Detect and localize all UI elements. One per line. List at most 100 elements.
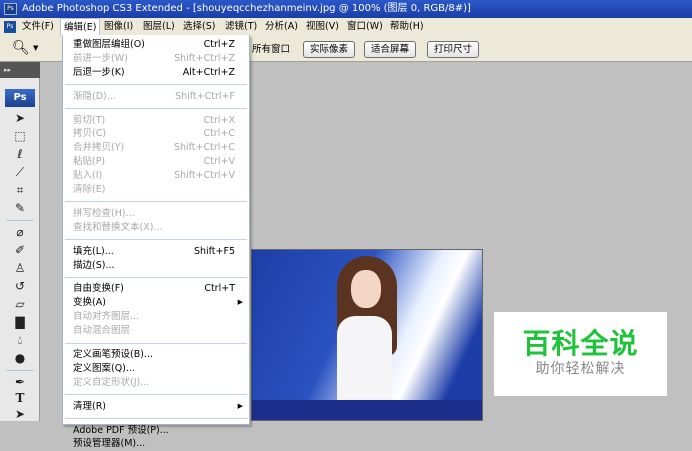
menu-item[interactable]: 定义画笔预设(B)... bbox=[63, 348, 249, 362]
menu-item: 拷贝(C) Ctrl+C bbox=[63, 127, 249, 141]
menu-item-label: 自动混合图层 bbox=[73, 325, 131, 337]
dodge-tool-icon[interactable]: ● bbox=[8, 350, 32, 366]
menu-item-shortcut: Ctrl+X bbox=[203, 114, 235, 126]
pen-tool-icon[interactable]: ✒ bbox=[8, 374, 32, 390]
menu-filter[interactable]: 滤镜(T) bbox=[222, 18, 260, 36]
menu-item-label: 清除(E) bbox=[73, 184, 106, 196]
gradient-tool-icon[interactable]: ▇ bbox=[8, 314, 32, 330]
brush-tool-icon[interactable]: ✐ bbox=[8, 242, 32, 258]
menu-item[interactable]: 填充(L)... Shift+F5 bbox=[63, 245, 249, 259]
menu-analysis[interactable]: 分析(A) bbox=[262, 18, 301, 36]
fit-screen-button[interactable]: 适合屏幕 bbox=[364, 41, 417, 58]
menu-item-shortcut: Shift+Ctrl+F bbox=[175, 90, 235, 102]
watermark-title: 百科全说 bbox=[522, 327, 639, 360]
menu-item-shortcut: Shift+Ctrl+V bbox=[174, 170, 235, 182]
menu-item-shortcut: Ctrl+V bbox=[203, 156, 235, 168]
menu-separator bbox=[65, 108, 247, 110]
menu-item-shortcut: Ctrl+Z bbox=[203, 39, 235, 50]
app-logo-icon: Ps bbox=[4, 3, 17, 15]
path-selection-tool-icon[interactable]: ➤ bbox=[8, 406, 32, 422]
menu-item-shortcut: Shift+Ctrl+C bbox=[173, 142, 235, 154]
chevron-down-icon[interactable]: ▼ bbox=[33, 44, 38, 52]
menu-separator bbox=[65, 84, 247, 86]
menu-item-label: 清理(R) bbox=[73, 400, 107, 412]
menu-edit[interactable]: 编辑(E) bbox=[60, 18, 101, 36]
menu-item-label: 描边(S)... bbox=[73, 259, 115, 271]
submenu-arrow-icon: ▶ bbox=[237, 298, 243, 307]
blur-tool-icon[interactable]: 💧︎ bbox=[8, 332, 32, 348]
move-tool-icon[interactable]: ➤ bbox=[8, 110, 32, 126]
menu-separator bbox=[65, 239, 247, 241]
menu-item: 定义自定形状(J)... bbox=[63, 376, 249, 390]
menu-item: 粘贴(P) Ctrl+V bbox=[63, 155, 249, 169]
panel-collapse-handle[interactable]: ▸▸ bbox=[0, 62, 40, 78]
menu-item[interactable]: 重做图层编组(O) Ctrl+Z bbox=[63, 38, 249, 52]
menu-item-shortcut: Shift+F5 bbox=[193, 245, 235, 257]
lasso-tool-icon[interactable]: ℓ bbox=[8, 146, 32, 162]
menu-item-label: 填充(L)... bbox=[73, 245, 114, 257]
menu-item: 自动对齐图层... bbox=[63, 310, 249, 324]
submenu-arrow-icon: ▶ bbox=[237, 401, 243, 410]
menu-item-label: 重做图层编组(O) bbox=[73, 39, 145, 50]
menu-item: 渐隐(D)... Shift+Ctrl+F bbox=[63, 90, 249, 104]
menu-view[interactable]: 视图(V) bbox=[303, 18, 342, 36]
print-size-button[interactable]: 打印尺寸 bbox=[427, 41, 480, 58]
menu-item-label: 渐隐(D)... bbox=[73, 90, 116, 102]
ps-badge: Ps bbox=[5, 89, 35, 107]
stamp-tool-icon[interactable]: ♙ bbox=[8, 260, 32, 276]
crop-tool-icon[interactable]: ⌗ bbox=[8, 182, 32, 198]
photo-model bbox=[307, 256, 397, 420]
menu-item[interactable]: 变换(A) ▶ bbox=[63, 296, 249, 310]
menu-item-label: 变换(A) bbox=[73, 297, 106, 309]
eraser-tool-icon[interactable]: ▱ bbox=[8, 296, 32, 312]
menu-item: 查找和替换文本(X)... bbox=[63, 221, 249, 235]
menu-item-label: 自动对齐图层... bbox=[73, 311, 140, 323]
menu-separator bbox=[65, 418, 247, 420]
menu-separator bbox=[65, 342, 247, 344]
menu-item: 贴入(I) Shift+Ctrl+V bbox=[63, 169, 249, 183]
menu-window[interactable]: 窗口(W) bbox=[344, 18, 386, 36]
tools-panel: ▸▸ Ps ➤ ⬚ ℓ ⟋ ⌗ ✎ ⌀ ✐ ♙ ↺ ▱ ▇ 💧︎ ● ✒ T ➤ bbox=[0, 62, 40, 421]
menu-file[interactable]: 文件(F) bbox=[19, 18, 57, 36]
menu-separator bbox=[65, 276, 247, 278]
menu-item-label: 定义自定形状(J)... bbox=[73, 376, 150, 388]
menu-item[interactable]: 清理(R) ▶ bbox=[63, 400, 249, 414]
menu-item: 拼写检查(H)... bbox=[63, 207, 249, 221]
menu-item-shortcut: Ctrl+T bbox=[204, 283, 235, 295]
menu-item[interactable]: 自由变换(F) Ctrl+T bbox=[63, 282, 249, 296]
magic-wand-tool-icon[interactable]: ⟋ bbox=[8, 164, 32, 180]
window-title: Adobe Photoshop CS3 Extended - [shouyeqc… bbox=[22, 3, 471, 14]
actual-pixels-button[interactable]: 实际像素 bbox=[303, 41, 356, 58]
menu-item-label: 贴入(I) bbox=[73, 170, 103, 182]
menu-item[interactable]: 定义图案(Q)... bbox=[63, 362, 249, 376]
document-canvas-image[interactable] bbox=[251, 249, 483, 421]
edit-menu-dropdown: 重做图层编组(O) Ctrl+Z 前进一步(W) Shift+Ctrl+Z 后退一步(K… bbox=[62, 35, 250, 449]
menu-item-label: 后退一步(K) bbox=[73, 66, 125, 78]
menu-item[interactable]: 描边(S)... bbox=[63, 259, 249, 273]
menu-item[interactable]: Adobe PDF 预设(P)... bbox=[63, 424, 249, 438]
menu-item-label: 剪切(T) bbox=[73, 114, 106, 126]
menu-item[interactable]: 预设管理器(M)... bbox=[63, 437, 249, 451]
menu-item: 剪切(T) Ctrl+X bbox=[63, 114, 249, 128]
title-bar: Ps Adobe Photoshop CS3 Extended - [shouy… bbox=[0, 0, 692, 18]
healing-brush-tool-icon[interactable]: ⌀ bbox=[8, 224, 32, 240]
ps-document-icon[interactable]: Ps bbox=[4, 21, 16, 33]
menu-item-label: 自由变换(F) bbox=[73, 283, 124, 295]
menu-item-shortcut: Shift+Ctrl+Z bbox=[174, 52, 235, 64]
history-brush-tool-icon[interactable]: ↺ bbox=[8, 278, 32, 294]
menu-item-shortcut: Alt+Ctrl+Z bbox=[182, 66, 235, 78]
type-tool-icon[interactable]: T bbox=[8, 390, 32, 406]
menu-layer[interactable]: 图层(L) bbox=[140, 18, 178, 36]
zoom-tool-icon[interactable]: 🔍︎ bbox=[12, 40, 30, 56]
slice-tool-icon[interactable]: ✎ bbox=[8, 200, 32, 216]
marquee-tool-icon[interactable]: ⬚ bbox=[8, 128, 32, 144]
menu-item[interactable]: 后退一步(K) Alt+Ctrl+Z bbox=[63, 66, 249, 80]
menu-item-label: 查找和替换文本(X)... bbox=[73, 221, 163, 233]
menu-item-shortcut: Ctrl+C bbox=[203, 128, 236, 140]
menu-image[interactable]: 图像(I) bbox=[101, 18, 136, 36]
zoom-all-windows-label[interactable]: 所有窗口 bbox=[252, 42, 290, 57]
menu-select[interactable]: 选择(S) bbox=[180, 18, 218, 36]
menu-help[interactable]: 帮助(H) bbox=[387, 18, 427, 36]
menu-item: 自动混合图层 bbox=[63, 324, 249, 338]
menu-bar: Ps 文件(F) 编辑(E) 图像(I) 图层(L) 选择(S) 滤镜(T) 分… bbox=[0, 18, 692, 36]
